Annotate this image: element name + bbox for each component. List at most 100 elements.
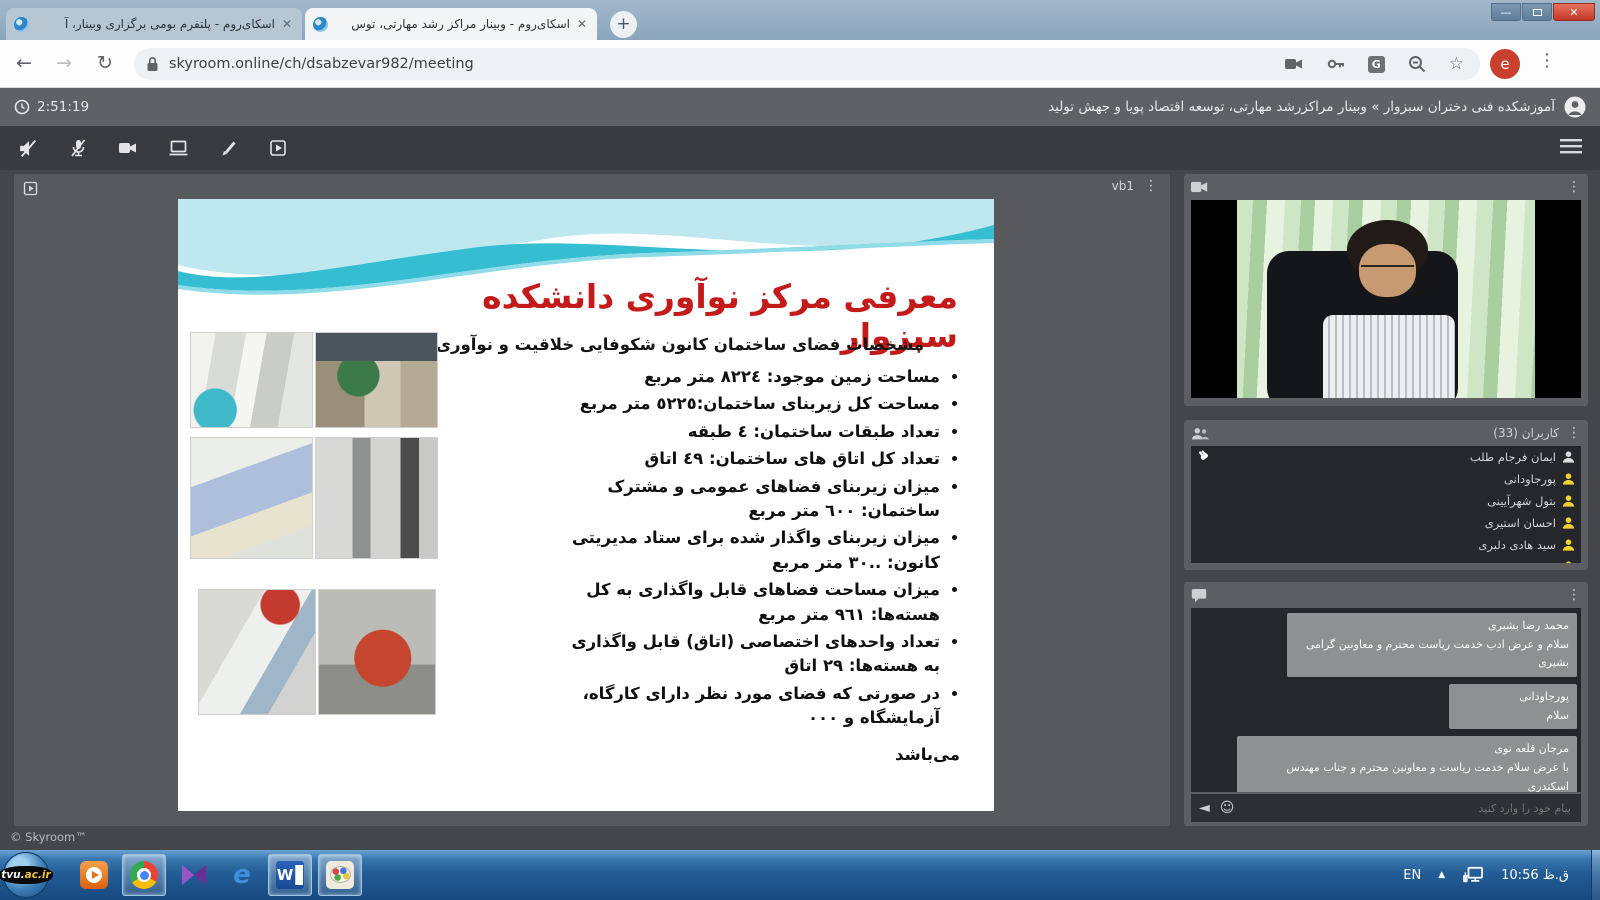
speaker-video[interactable] <box>1191 200 1581 398</box>
speaker-muted-icon[interactable] <box>16 136 40 160</box>
whiteboard-tab-name[interactable]: vb1 <box>1112 179 1134 193</box>
meeting-toolbar <box>0 126 1600 170</box>
video-menu-icon[interactable]: ⋮ <box>1567 179 1581 195</box>
network-icon[interactable] <box>1462 866 1484 884</box>
chat-text: سلام و عرض ادب خدمت ریاست محترم و معاونی… <box>1295 636 1569 673</box>
start-button[interactable]: tvu.ac.ir <box>3 852 49 898</box>
new-tab-button[interactable]: + <box>610 11 637 38</box>
key-icon[interactable] <box>1326 54 1346 74</box>
browser-tab-2[interactable]: اسکای‌روم - وبینار مراکز رشد مهارتی، توس… <box>305 8 597 40</box>
screen-share-icon[interactable] <box>166 136 190 160</box>
photo-equipment <box>315 437 438 559</box>
users-menu-icon[interactable]: ⋮ <box>1567 425 1581 441</box>
person-icon <box>1562 516 1575 530</box>
play-media-icon[interactable] <box>266 136 290 160</box>
mic-muted-icon[interactable] <box>66 136 90 160</box>
user-row[interactable]: سید هادی دلبری <box>1191 534 1581 556</box>
whiteboard-play-icon[interactable] <box>23 181 38 200</box>
users-list: ایمان فرجام طلب پورجاودانی <box>1191 446 1581 563</box>
slide-bullet: میزان مساحت فضاهای قابل واگذاری به کل هس… <box>568 578 940 627</box>
skyroom-favicon <box>313 17 328 32</box>
room-title-area: آموزشکده فنی دختران سبزوار » وبینار مراک… <box>1048 88 1586 126</box>
hand-cursor-icon <box>1197 449 1210 465</box>
whiteboard-menu-icon[interactable]: ⋮ <box>1144 178 1158 194</box>
room-title: آموزشکده فنی دختران سبزوار » وبینار مراک… <box>1048 99 1555 115</box>
taskbar-media-player-icon[interactable] <box>72 854 116 896</box>
taskbar-internet-explorer-icon[interactable]: e <box>220 854 264 896</box>
photo-red-machine <box>318 589 436 715</box>
user-row[interactable]: احسان استیری <box>1191 512 1581 534</box>
browser-tab-1[interactable]: اسکای‌روم - پلتفرم بومی برگزاری وبینار، … <box>6 8 302 40</box>
minimize-button[interactable]: — <box>1491 3 1521 21</box>
panels-menu-icon[interactable] <box>1560 138 1582 158</box>
show-desktop-button[interactable] <box>1591 850 1600 900</box>
windows-taskbar: tvu.ac.ir e W EN ▲ 10: <box>0 850 1600 900</box>
slide-bullet: میزان زیربنای فضاهای عمومی و مشترک ساختم… <box>568 475 940 524</box>
slide-photo-collage-3 <box>198 589 436 715</box>
translate-icon[interactable]: G <box>1368 56 1385 73</box>
user-row-partial[interactable] <box>1191 556 1581 563</box>
chat-menu-icon[interactable]: ⋮ <box>1567 587 1581 603</box>
back-icon[interactable]: ← <box>16 52 32 74</box>
zoom-out-icon[interactable] <box>1407 54 1427 74</box>
photo-workshop <box>190 332 313 428</box>
slide-subtitle: مشخصات فضای ساختمان کانون شکوفایی خلاقیت… <box>364 335 924 354</box>
user-row[interactable]: ایمان فرجام طلب <box>1191 446 1581 468</box>
omnibox-actions: G ☆ <box>1284 54 1464 74</box>
taskbar-chrome-icon[interactable] <box>122 854 166 896</box>
maximize-button[interactable] <box>1522 3 1552 21</box>
person-icon <box>1562 538 1575 552</box>
chat-icon <box>1191 587 1207 603</box>
taskbar-paint-icon[interactable] <box>318 854 362 896</box>
slide-bullet: مساحت کل زیربنای ساختمان:٥٢٢٥ متر مربع <box>568 392 940 416</box>
chat-message: محمد رضا بشیری سلام و عرض ادب خدمت ریاست… <box>1287 613 1577 677</box>
reload-icon[interactable]: ↻ <box>97 52 113 74</box>
chat-message: پورجاودانی سلام <box>1449 684 1577 729</box>
lock-icon <box>146 56 159 72</box>
person-icon <box>1562 494 1575 508</box>
url-text: skyroom.online/ch/dsabzevar982/meeting <box>169 56 1284 72</box>
language-indicator[interactable]: EN <box>1403 868 1421 883</box>
photo-art-exhibit <box>315 332 438 428</box>
draw-pen-icon[interactable] <box>216 136 240 160</box>
skyroom-favicon <box>14 17 29 32</box>
webcam-icon[interactable] <box>116 136 140 160</box>
user-name: بتول شهرآیینی <box>1487 494 1556 508</box>
chat-sender: پورجاودانی <box>1457 688 1569 707</box>
chat-text: با عرض سلام خدمت ریاست و معاونین محترم و… <box>1245 759 1569 792</box>
chat-sender: محمد رضا بشیری <box>1295 617 1569 636</box>
close-button[interactable]: ✕ <box>1553 3 1595 21</box>
slide-bullets: مساحت زمین موجود: ٨٢٢٤ متر مربع مساحت کل… <box>568 365 960 764</box>
forward-icon[interactable]: → <box>56 52 72 74</box>
chat-input[interactable] <box>1244 801 1573 816</box>
tab-close-icon[interactable]: ✕ <box>577 17 589 31</box>
browser-menu-icon[interactable]: ⋮ <box>1538 50 1556 71</box>
taskbar-word-icon[interactable]: W <box>268 854 312 896</box>
tray-expand-icon[interactable]: ▲ <box>1438 870 1445 880</box>
chat-sender: مرجان قلعه نوی <box>1245 740 1569 759</box>
user-name: ایمان فرجام طلب <box>1470 450 1556 464</box>
slide-closing-text: می‌باشد <box>568 745 960 764</box>
clock-icon <box>14 99 30 115</box>
person-icon <box>1562 450 1575 464</box>
slide-photo-collage-1 <box>190 332 438 428</box>
chat-input-row: ◄ ☺ <box>1191 794 1581 822</box>
user-row[interactable]: بتول شهرآیینی <box>1191 490 1581 512</box>
camera-icon[interactable] <box>1284 54 1304 74</box>
address-bar[interactable]: skyroom.online/ch/dsabzevar982/meeting G… <box>134 48 1480 80</box>
taskbar-kmplayer-icon[interactable] <box>172 854 216 896</box>
slide-photo-collage-2 <box>190 437 438 559</box>
send-message-icon[interactable]: ◄ <box>1199 800 1210 816</box>
tray-clock[interactable]: 10:56 ق.ظ <box>1501 868 1569 883</box>
bookmark-star-icon[interactable]: ☆ <box>1449 54 1464 74</box>
photo-laser-machine <box>190 437 313 559</box>
photo-training-board <box>198 589 316 715</box>
user-row[interactable]: پورجاودانی <box>1191 468 1581 490</box>
emoji-icon[interactable]: ☺ <box>1220 800 1235 816</box>
screen: اسکای‌روم - پلتفرم بومی برگزاری وبینار، … <box>0 0 1600 900</box>
system-tray: EN ▲ 10:56 ق.ظ <box>1403 850 1590 900</box>
person-icon <box>1562 560 1575 563</box>
profile-avatar[interactable]: e <box>1490 49 1520 79</box>
whiteboard-panel: vb1 ⋮ معرفی مرکز نوآوری دانشکده سبزوار م… <box>14 174 1170 826</box>
tab-close-icon[interactable]: ✕ <box>282 17 294 31</box>
